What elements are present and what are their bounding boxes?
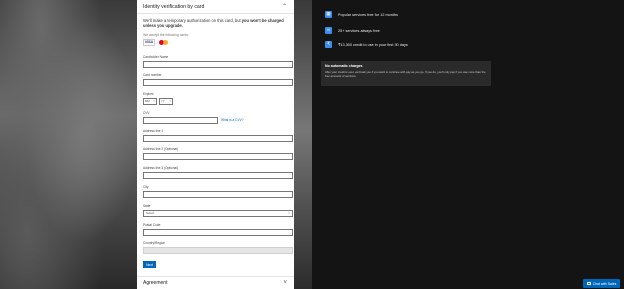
card-number-field: Card number — [143, 73, 293, 86]
identity-verification-panel: Identity verification by card ⌃ We'll ma… — [137, 0, 294, 289]
background-image-middle — [294, 0, 312, 289]
chevron-down-icon: ˅ — [169, 99, 171, 103]
postal-field: Postal Code — [143, 223, 293, 236]
agreement-title: Agreement — [143, 280, 168, 286]
calendar-icon: ▦ — [325, 11, 332, 18]
cardholder-input[interactable] — [143, 60, 293, 68]
cvv-label: CVV — [143, 111, 150, 115]
expiry-month-select[interactable]: MM ˅ — [143, 97, 157, 105]
address3-label: Address line 3 (Optional) — [143, 166, 179, 170]
city-field: City — [143, 185, 293, 198]
what-is-cvv-link[interactable]: What is a CVV? — [221, 118, 244, 122]
cardholder-field: Cardholder Name — [143, 55, 293, 68]
accepted-cards-label: We accept the following cards: — [143, 32, 189, 37]
no-charge-title: No automatic charges — [325, 64, 363, 68]
postal-label: Postal Code — [143, 223, 161, 227]
city-label: City — [143, 185, 149, 189]
benefit-item: ▦ Popular services free for 12 months — [325, 11, 398, 18]
infinity-icon: ∞ — [325, 27, 332, 34]
city-input[interactable] — [143, 190, 293, 198]
visa-icon: VISA — [143, 38, 155, 46]
chevron-down-icon: ˅ — [288, 211, 290, 215]
country-field: Country/Region — [143, 241, 293, 254]
postal-input[interactable] — [143, 228, 293, 236]
expiry-year-select[interactable]: YY ˅ — [159, 97, 173, 105]
benefit-item: ₹ ₹13,300 credit to use in your first 30… — [325, 41, 408, 48]
benefit-text: 25+ services always free — [338, 28, 380, 33]
expires-field: Expires MM ˅ YY ˅ — [143, 92, 173, 105]
chat-label: Chat with Sales — [592, 281, 617, 286]
state-field: State Select ˅ — [143, 204, 293, 217]
address2-input[interactable] — [143, 152, 293, 160]
address1-input[interactable] — [143, 134, 293, 142]
state-label: State — [143, 204, 151, 208]
section-title: Identity verification by card — [143, 3, 205, 10]
cvv-input[interactable] — [143, 116, 218, 124]
benefit-text: ₹13,300 credit to use in your first 30 d… — [338, 43, 408, 47]
next-button[interactable]: Next — [143, 261, 156, 268]
mastercard-icon — [158, 39, 170, 46]
cvv-field: CVV What is a CVV? — [143, 111, 244, 124]
card-number-input[interactable] — [143, 78, 293, 86]
chevron-down-icon: ˅ — [153, 99, 155, 103]
chat-with-sales-button[interactable]: Chat with Sales — [583, 279, 620, 288]
no-automatic-charges-box: No automatic charges After your credit i… — [321, 61, 491, 86]
benefit-item: ∞ 25+ services always free — [325, 27, 380, 34]
accepted-cards: VISA — [143, 38, 288, 46]
chevron-up-icon[interactable]: ⌃ — [282, 4, 287, 10]
benefit-text: Popular services free for 12 months — [338, 12, 398, 17]
address2-label: Address line 2 (Optional) — [143, 147, 179, 151]
state-select[interactable]: Select ˅ — [143, 209, 293, 217]
agreement-section-header[interactable]: Agreement ˅ — [137, 276, 294, 289]
identity-verification-header[interactable]: Identity verification by card ⌃ — [137, 0, 294, 14]
address2-field: Address line 2 (Optional) — [143, 147, 293, 160]
credit-icon: ₹ — [325, 41, 332, 48]
address1-field: Address line 1 — [143, 129, 293, 142]
background-image-left — [0, 0, 137, 289]
country-select — [143, 246, 293, 254]
chevron-down-icon[interactable]: ˅ — [283, 280, 287, 286]
card-number-label: Card number — [143, 73, 162, 77]
cardholder-label: Cardholder Name — [143, 55, 169, 59]
chat-icon — [586, 282, 591, 285]
address3-input[interactable] — [143, 171, 293, 179]
address3-field: Address line 3 (Optional) — [143, 166, 293, 179]
country-label: Country/Region — [143, 241, 166, 245]
intro-text: We'll make a temporary authorization on … — [143, 18, 284, 29]
no-charge-text: After your credit is over, we'll ask you… — [325, 70, 486, 78]
address1-label: Address line 1 — [143, 129, 164, 133]
expires-label: Expires — [143, 92, 154, 96]
